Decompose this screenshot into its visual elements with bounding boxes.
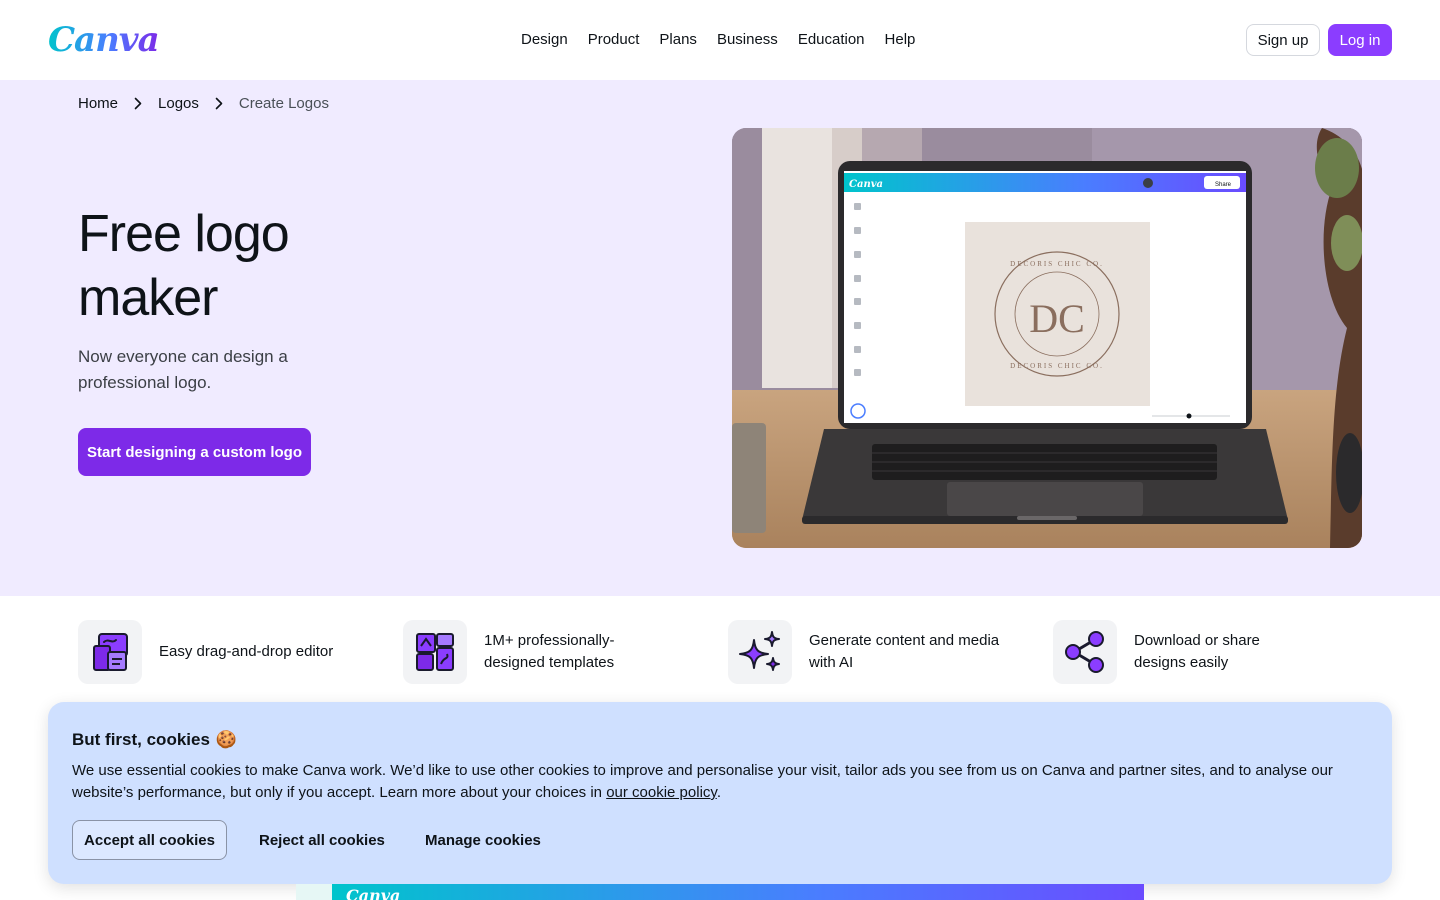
cookie-text-end: .	[716, 784, 721, 801]
logo-arc-text-bottom: DECORIS CHIC CO.	[1010, 362, 1104, 370]
hero-subtitle: Now everyone can design a professional l…	[78, 347, 288, 392]
cookie-banner-text: We use essential cookies to make Canva w…	[72, 760, 1362, 804]
breadcrumb-home[interactable]: Home	[78, 95, 118, 112]
logo-monogram: DC	[1029, 296, 1085, 341]
feature-item: Easy drag-and-drop editor	[78, 620, 349, 684]
breadcrumb-logos[interactable]: Logos	[158, 95, 199, 112]
nav-design[interactable]: Design	[511, 28, 578, 52]
app-logo-text: Canva	[849, 179, 883, 190]
nav-help[interactable]: Help	[875, 28, 926, 52]
hero-section: Home Logos Create Logos Free logo maker …	[0, 80, 1440, 596]
hero-laptop-image: Canva Share DC DECORIS CHIC CO. DECORIS …	[732, 128, 1362, 548]
breadcrumb: Home Logos Create Logos	[78, 95, 329, 112]
top-navigation-bar: Canva Design Product Plans Business Educ…	[0, 0, 1440, 80]
logo-arc-text-top: DECORIS CHIC CO.	[1010, 260, 1104, 268]
main-nav: Design Product Plans Business Education …	[511, 28, 925, 52]
nav-product[interactable]: Product	[578, 28, 650, 52]
preview-app-bar: Canva	[332, 884, 1144, 900]
cookie-banner: But first, cookies 🍪 We use essential co…	[48, 702, 1392, 884]
reject-all-cookies-button[interactable]: Reject all cookies	[243, 820, 401, 860]
nav-plans[interactable]: Plans	[649, 28, 707, 52]
feature-item: 1M+ professionally-designed templates	[403, 620, 664, 684]
feature-text: Download or share designs easily	[1134, 632, 1260, 671]
nav-education[interactable]: Education	[788, 28, 875, 52]
feature-text: 1M+ professionally-designed templates	[484, 632, 615, 671]
sign-up-button[interactable]: Sign up	[1246, 24, 1320, 56]
nav-business[interactable]: Business	[707, 28, 788, 52]
cookie-title-text: But first, cookies	[72, 730, 210, 749]
canva-logo[interactable]: Canva	[48, 20, 160, 60]
cookie-banner-title: But first, cookies 🍪	[72, 730, 237, 750]
feature-text: Generate content and media with AI	[809, 632, 1000, 671]
share-label: Share	[1215, 182, 1232, 188]
feature-text: Easy drag-and-drop editor	[159, 643, 334, 660]
feature-item: Generate content and media with AI	[728, 620, 1019, 684]
chevron-right-icon	[118, 97, 158, 110]
accept-all-cookies-button[interactable]: Accept all cookies	[72, 820, 227, 860]
laptop-scene-illustration: Canva Share DC DECORIS CHIC CO. DECORIS …	[732, 128, 1362, 548]
start-designing-button[interactable]: Start designing a custom logo	[78, 428, 311, 476]
share-icon	[1053, 620, 1117, 684]
page-title: Free logo maker	[78, 205, 290, 327]
log-in-button[interactable]: Log in	[1328, 24, 1392, 56]
cookie-policy-link[interactable]: our cookie policy	[606, 784, 717, 801]
templates-icon	[403, 620, 467, 684]
chevron-right-icon	[199, 97, 239, 110]
breadcrumb-current: Create Logos	[238, 95, 329, 112]
cookie-icon: 🍪	[215, 730, 238, 749]
preview-app-logo: Canva	[346, 886, 401, 900]
manage-cookies-button[interactable]: Manage cookies	[409, 820, 557, 860]
drag-drop-editor-icon	[78, 620, 142, 684]
features-row: Easy drag-and-drop editor 1M+ profession…	[78, 620, 1378, 684]
ai-sparkles-icon	[728, 620, 792, 684]
feature-item: Download or share designs easily	[1053, 620, 1294, 684]
next-section-preview: Canva	[296, 884, 1144, 900]
